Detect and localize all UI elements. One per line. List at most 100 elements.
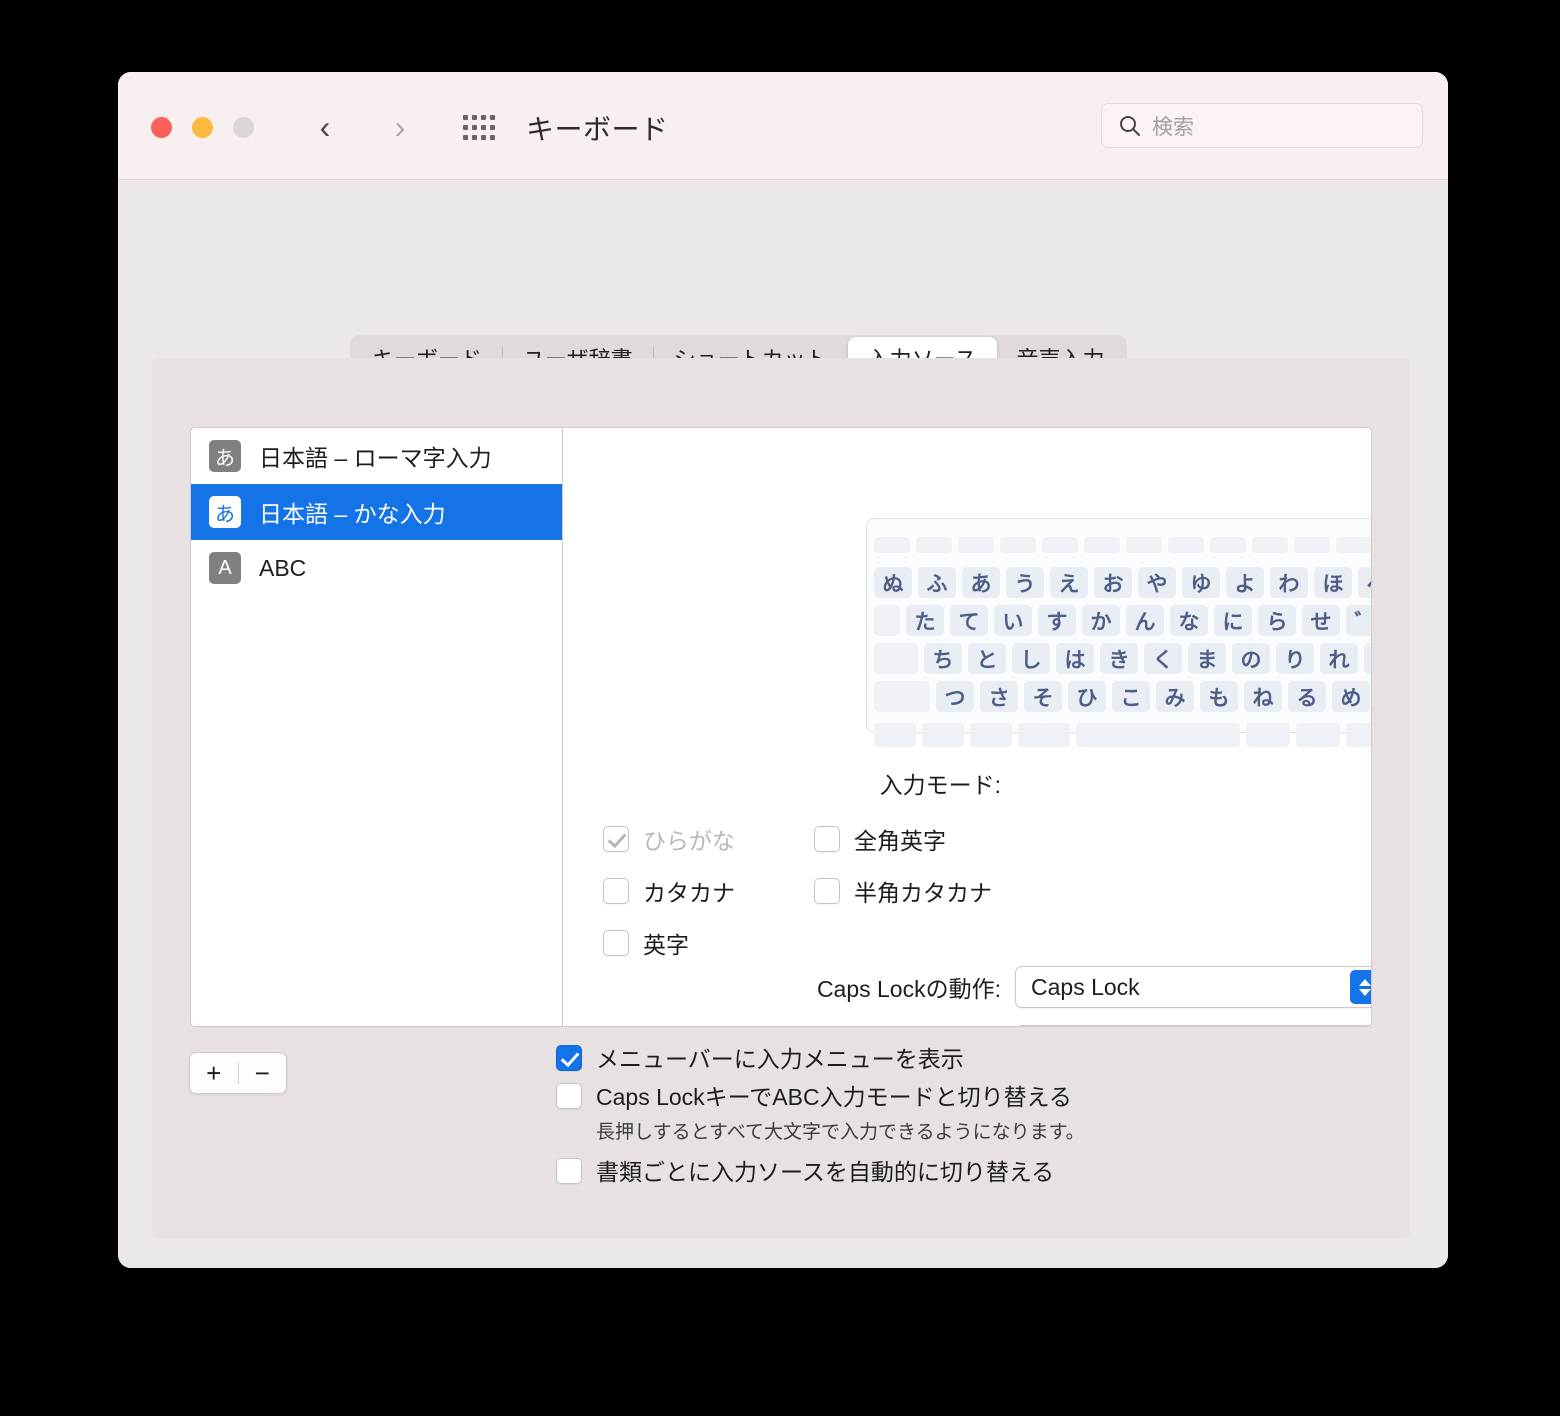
keyboard-row-2: た て い す か ん な に ら せ ゛ ゜ [874, 603, 1371, 638]
key: る [1288, 681, 1326, 712]
source-badge-icon: あ [209, 496, 241, 528]
checkbox-label: ひらがな [643, 828, 735, 854]
chevron-up-down-icon[interactable] [1350, 970, 1371, 1004]
key: か [1082, 605, 1120, 636]
window-titlebar: ‹ › キーボード 検索 [118, 72, 1448, 180]
source-badge-icon: あ [209, 440, 241, 472]
list-item-abc[interactable]: A ABC [191, 540, 562, 596]
traffic-lights [151, 117, 254, 138]
input-source-detail: ぬ ふ あ う え お や ゆ よ わ ほ へ ー [564, 428, 1371, 1026]
key: け [1364, 643, 1371, 674]
forward-arrow-icon[interactable]: › [383, 110, 417, 144]
checkbox-box[interactable] [603, 930, 629, 956]
remove-source-button[interactable]: − [239, 1058, 287, 1089]
key: く [1144, 643, 1182, 674]
caps-lock-action-select[interactable]: Caps Lock [1015, 966, 1371, 1008]
checkbox-capslock-switch-abc[interactable]: Caps LockキーでABC入力モードと切り替える [556, 1083, 1085, 1111]
capslock-hint-text: 長押しするとすべて大文字で入力できるようになります。 [596, 1122, 1085, 1143]
key: え [1050, 567, 1088, 598]
checkbox-label: Caps LockキーでABC入力モードと切り替える [596, 1084, 1072, 1110]
checkbox-katakana[interactable]: カタカナ [564, 874, 814, 908]
checkbox-hiragana[interactable]: ひらがな [564, 822, 814, 856]
search-placeholder: 検索 [1152, 115, 1194, 139]
checkbox-box[interactable] [603, 878, 629, 904]
keyboard-row-4: つ さ そ ひ こ み も ね る め ろ [874, 679, 1371, 714]
add-remove-source-control: + − [189, 1052, 287, 1094]
input-mode-options: ひらがな 全角英字 カタカナ 半角カタカナ 英字 [564, 813, 1064, 969]
checkbox-box[interactable] [556, 1083, 582, 1109]
key: ね [1244, 681, 1282, 712]
input-mode-row: ひらがな 全角英字 [564, 813, 1064, 865]
show-all-grid-icon[interactable] [463, 115, 495, 141]
checkbox-auto-switch-per-document[interactable]: 書類ごとに入力ソースを自動的に切り替える [556, 1158, 1085, 1186]
list-item-label: 日本語 – かな入力 [259, 501, 446, 527]
key: し [1012, 643, 1050, 674]
keyboard-layout-preview: ぬ ふ あ う え お や ゆ よ わ ほ へ ー [866, 518, 1371, 747]
zoom-button[interactable] [233, 117, 254, 138]
input-mode-row: カタカナ 半角カタカナ [564, 865, 1064, 917]
key: ま [1188, 643, 1226, 674]
key: ぬ [874, 567, 912, 598]
key: さ [980, 681, 1018, 712]
key: よ [1226, 567, 1264, 598]
list-item-label: 日本語 – ローマ字入力 [259, 445, 492, 471]
key: わ [1270, 567, 1308, 598]
checkbox-box[interactable] [814, 826, 840, 852]
key: そ [1024, 681, 1062, 712]
list-item-kana[interactable]: あ 日本語 – かな入力 [191, 484, 562, 540]
input-mode-row: 英字 [564, 917, 1064, 969]
key: に [1214, 605, 1252, 636]
checkbox-box[interactable] [556, 1045, 582, 1071]
input-sources-card: あ 日本語 – ローマ字入力 あ 日本語 – かな入力 A ABC ぬ ふ あ … [190, 427, 1372, 1027]
window-body: キーボード ユーザ辞書 ショートカット 入力ソース 音声入力 あ 日本語 – ロ… [118, 180, 1448, 1268]
caps-lock-selected-value: Caps Lock [1031, 973, 1140, 1000]
keyboard-row-modifiers [874, 717, 1371, 752]
search-input[interactable]: 検索 [1101, 103, 1423, 148]
checkbox-box[interactable] [603, 826, 629, 852]
key: つ [936, 681, 974, 712]
key: す [1038, 605, 1076, 636]
key: り [1276, 643, 1314, 674]
checkbox-halfwidth-katakana[interactable]: 半角カタカナ [814, 874, 1064, 908]
caps-lock-label: Caps Lockの動作: [816, 976, 1001, 1002]
checkbox-box[interactable] [814, 878, 840, 904]
list-item-romaji[interactable]: あ 日本語 – ローマ字入力 [191, 428, 562, 484]
checkbox-roman[interactable]: 英字 [564, 926, 814, 960]
input-source-list[interactable]: あ 日本語 – ローマ字入力 あ 日本語 – かな入力 A ABC [191, 428, 563, 1026]
key: や [1138, 567, 1176, 598]
checkbox-box[interactable] [556, 1158, 582, 1184]
key: せ [1302, 605, 1340, 636]
key: ゆ [1182, 567, 1220, 598]
caps-lock-setting-row: Caps Lockの動作: Caps Lock [564, 966, 1371, 1008]
key: ほ [1314, 567, 1352, 598]
key: た [906, 605, 944, 636]
key: め [1332, 681, 1370, 712]
key: こ [1112, 681, 1150, 712]
search-icon [1120, 115, 1140, 136]
close-button[interactable] [151, 117, 172, 138]
key: も [1200, 681, 1238, 712]
input-mode-label: 入力モード: [879, 772, 1001, 798]
source-badge-icon: A [209, 552, 241, 584]
checkbox-show-input-menu[interactable]: メニューバーに入力メニューを表示 [556, 1045, 1085, 1073]
key: の [1232, 643, 1270, 674]
bottom-options: メニューバーに入力メニューを表示 Caps LockキーでABC入力モードと切り… [556, 1045, 1085, 1196]
page-title: キーボード [526, 114, 669, 145]
add-source-button[interactable]: + [190, 1058, 238, 1089]
back-arrow-icon[interactable]: ‹ [308, 110, 342, 144]
checkbox-label: メニューバーに入力メニューを表示 [596, 1046, 964, 1072]
key: と [968, 643, 1006, 674]
clipped-secondary-select[interactable] [1015, 1025, 1371, 1026]
key: ひ [1068, 681, 1106, 712]
key: う [1006, 567, 1044, 598]
checkbox-label: 英字 [643, 932, 689, 958]
key: み [1156, 681, 1194, 712]
checkbox-label: 書類ごとに入力ソースを自動的に切り替える [596, 1159, 1055, 1185]
key: ち [924, 643, 962, 674]
key: ゛ [1346, 605, 1371, 636]
key: れ [1320, 643, 1358, 674]
checkbox-fullwidth-roman[interactable]: 全角英字 [814, 822, 1064, 856]
system-preferences-window: ‹ › キーボード 検索 キーボード ユーザ辞書 ショートカット 入力ソース 音… [118, 72, 1448, 1268]
checkbox-label: 全角英字 [854, 828, 946, 854]
minimize-button[interactable] [192, 117, 213, 138]
